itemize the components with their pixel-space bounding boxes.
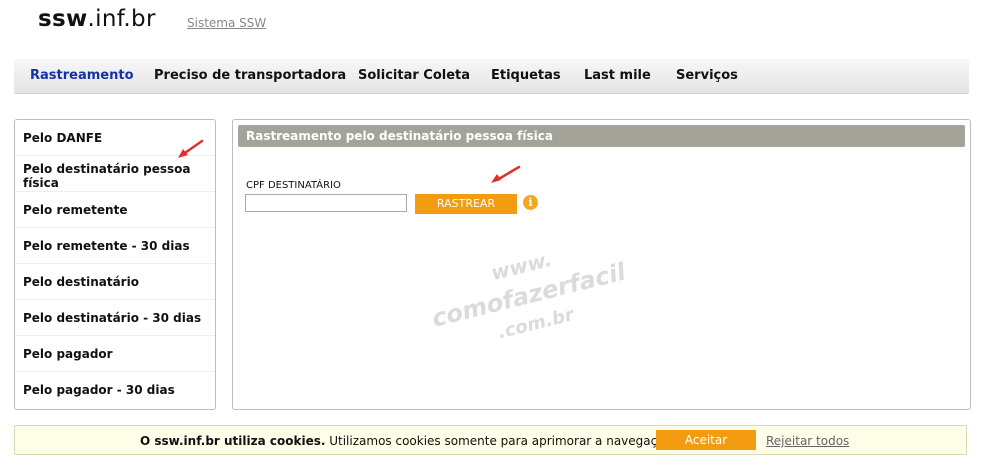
sidebar-item-pagador[interactable]: Pelo pagador [15, 336, 215, 372]
logo-bold: ssw [38, 6, 88, 32]
cookie-bold-text: O ssw.inf.br utiliza cookies. [140, 434, 326, 448]
nav-rastreamento[interactable]: Rastreamento [30, 68, 134, 83]
nav-servicos[interactable]: Serviços [676, 68, 738, 83]
nav-last-mile[interactable]: Last mile [584, 68, 651, 83]
tracking-options-sidebar: Pelo DANFE Pelo destinatário pessoa físi… [14, 119, 216, 410]
sidebar-item-label: Pelo remetente [23, 203, 128, 217]
main-nav: Rastreamento Preciso de transportadora S… [14, 59, 969, 94]
annotation-arrow-icon [491, 165, 521, 183]
annotation-arrow-icon [178, 139, 204, 158]
cpf-field-label: CPF DESTINATÁRIO [246, 180, 341, 191]
sidebar-item-label: Pelo destinatário pessoa física [23, 162, 191, 190]
system-ssw-link[interactable]: Sistema SSW [187, 16, 266, 30]
nav-preciso-transportadora[interactable]: Preciso de transportadora [154, 68, 346, 83]
site-logo[interactable]: ssw.inf.br [38, 6, 156, 32]
panel-title: Rastreamento pelo destinatário pessoa fí… [246, 129, 553, 143]
cookie-text: Utilizamos cookies somente para aprimora… [325, 434, 676, 448]
reject-cookies-link[interactable]: Rejeitar todos [766, 434, 849, 448]
sidebar-item-remetente-30[interactable]: Pelo remetente - 30 dias [15, 228, 215, 264]
sidebar-item-label: Pelo DANFE [23, 131, 103, 145]
rastrear-button[interactable]: RASTREAR [415, 194, 517, 214]
cookie-message: O ssw.inf.br utiliza cookies. Utilizamos… [140, 434, 676, 448]
cpf-input[interactable] [245, 194, 407, 212]
panel-header: Rastreamento pelo destinatário pessoa fí… [238, 125, 965, 147]
accept-cookies-button[interactable]: Aceitar [656, 430, 756, 450]
logo-rest: .inf.br [87, 6, 156, 32]
sidebar-item-destinatario-30[interactable]: Pelo destinatário - 30 dias [15, 300, 215, 336]
info-icon[interactable]: i [523, 195, 538, 210]
sidebar-item-label: Pelo destinatário - 30 dias [23, 311, 202, 325]
sidebar-item-label: Pelo destinatário [23, 275, 139, 289]
sidebar-item-label: Pelo pagador - 30 dias [23, 383, 175, 397]
sidebar-item-remetente[interactable]: Pelo remetente [15, 192, 215, 228]
cookie-banner: O ssw.inf.br utiliza cookies. Utilizamos… [14, 425, 967, 455]
sidebar-item-label: Pelo pagador [23, 347, 113, 361]
sidebar-item-label: Pelo remetente - 30 dias [23, 239, 190, 253]
nav-etiquetas[interactable]: Etiquetas [491, 68, 561, 83]
sidebar-item-pagador-30[interactable]: Pelo pagador - 30 dias [15, 372, 215, 407]
sidebar-item-destinatario[interactable]: Pelo destinatário [15, 264, 215, 300]
nav-solicitar-coleta[interactable]: Solicitar Coleta [358, 68, 470, 83]
